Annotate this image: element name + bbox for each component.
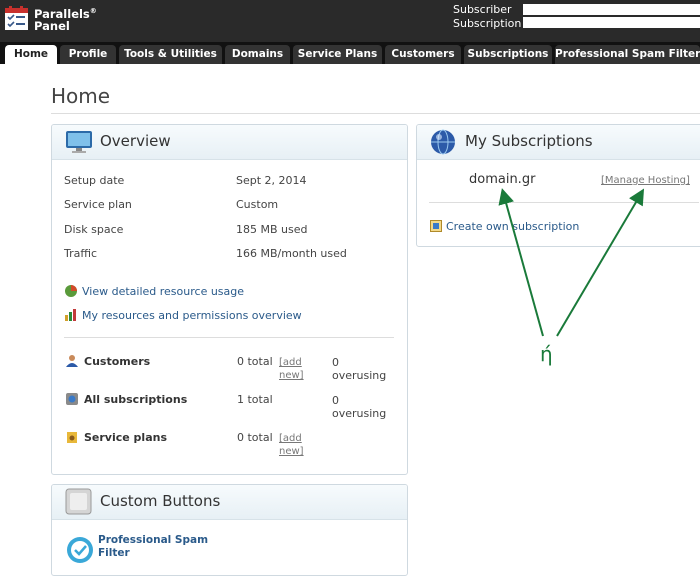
annotation-arrows: [498, 188, 645, 337]
annotation-label: ή: [540, 342, 553, 366]
